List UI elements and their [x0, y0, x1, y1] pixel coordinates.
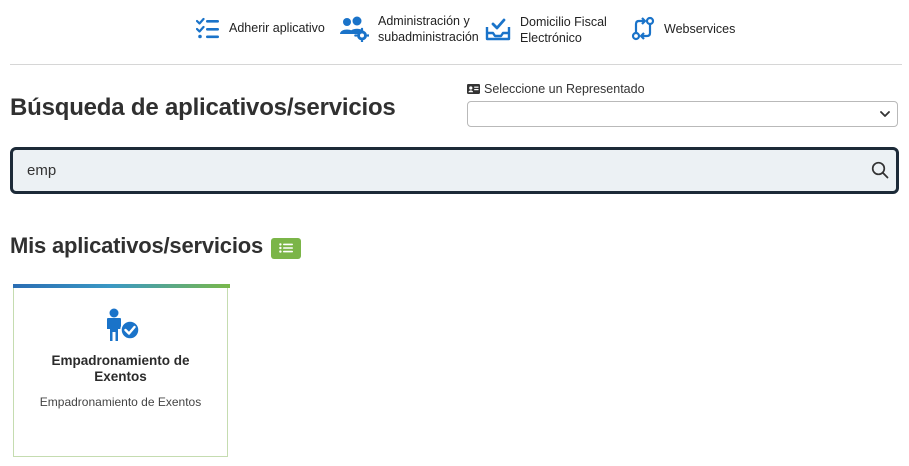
nav-webservices-label: Webservices — [664, 22, 736, 36]
list-icon — [279, 243, 294, 253]
users-gear-icon — [340, 16, 369, 42]
search-icon[interactable] — [871, 161, 889, 179]
nav-adherir-aplicativo[interactable]: Adherir aplicativo — [196, 17, 325, 39]
nav-administracion-label: Administración y subadministración — [378, 14, 479, 44]
nav-webservices[interactable]: Webservices — [631, 16, 735, 42]
nav-domicilio-fiscal[interactable]: Domicilio Fiscal Electrónico — [485, 14, 607, 46]
nav-adherir-aplicativo-label: Adherir aplicativo — [229, 21, 325, 35]
person-check-icon — [107, 308, 140, 341]
section-title-text: Mis aplicativos/servicios — [10, 233, 264, 258]
id-card-icon — [467, 84, 480, 94]
top-navigation: Adherir aplicativo Administración y suba… — [0, 0, 909, 64]
representado-label: Seleccione un Representado — [467, 82, 645, 96]
card-subtitle: Empadronamiento de Exentos — [39, 395, 202, 409]
page-title: Búsqueda de aplicativos/servicios — [10, 94, 396, 121]
representado-label-text: Seleccione un Representado — [484, 82, 645, 96]
search-input-value: emp — [27, 162, 57, 179]
checklist-icon — [196, 17, 219, 39]
list-view-toggle[interactable] — [271, 237, 302, 259]
chevron-down-icon — [880, 111, 890, 117]
inbox-check-icon — [485, 18, 511, 41]
header-divider — [10, 64, 902, 65]
nav-domicilio-fiscal-label: Domicilio Fiscal Electrónico — [520, 15, 607, 45]
representado-select[interactable] — [467, 101, 898, 127]
nav-administracion[interactable]: Administración y subadministración — [339, 13, 479, 45]
app-card-empadronamiento[interactable]: Empadronamiento de Exentos Empadronamien… — [13, 284, 230, 457]
search-input[interactable]: emp — [10, 147, 899, 194]
webservices-icon — [631, 16, 655, 41]
card-accent-bar — [13, 284, 230, 288]
section-title: Mis aplicativos/servicios — [10, 233, 302, 259]
card-title: Empadronamiento de Exentos — [51, 353, 190, 384]
